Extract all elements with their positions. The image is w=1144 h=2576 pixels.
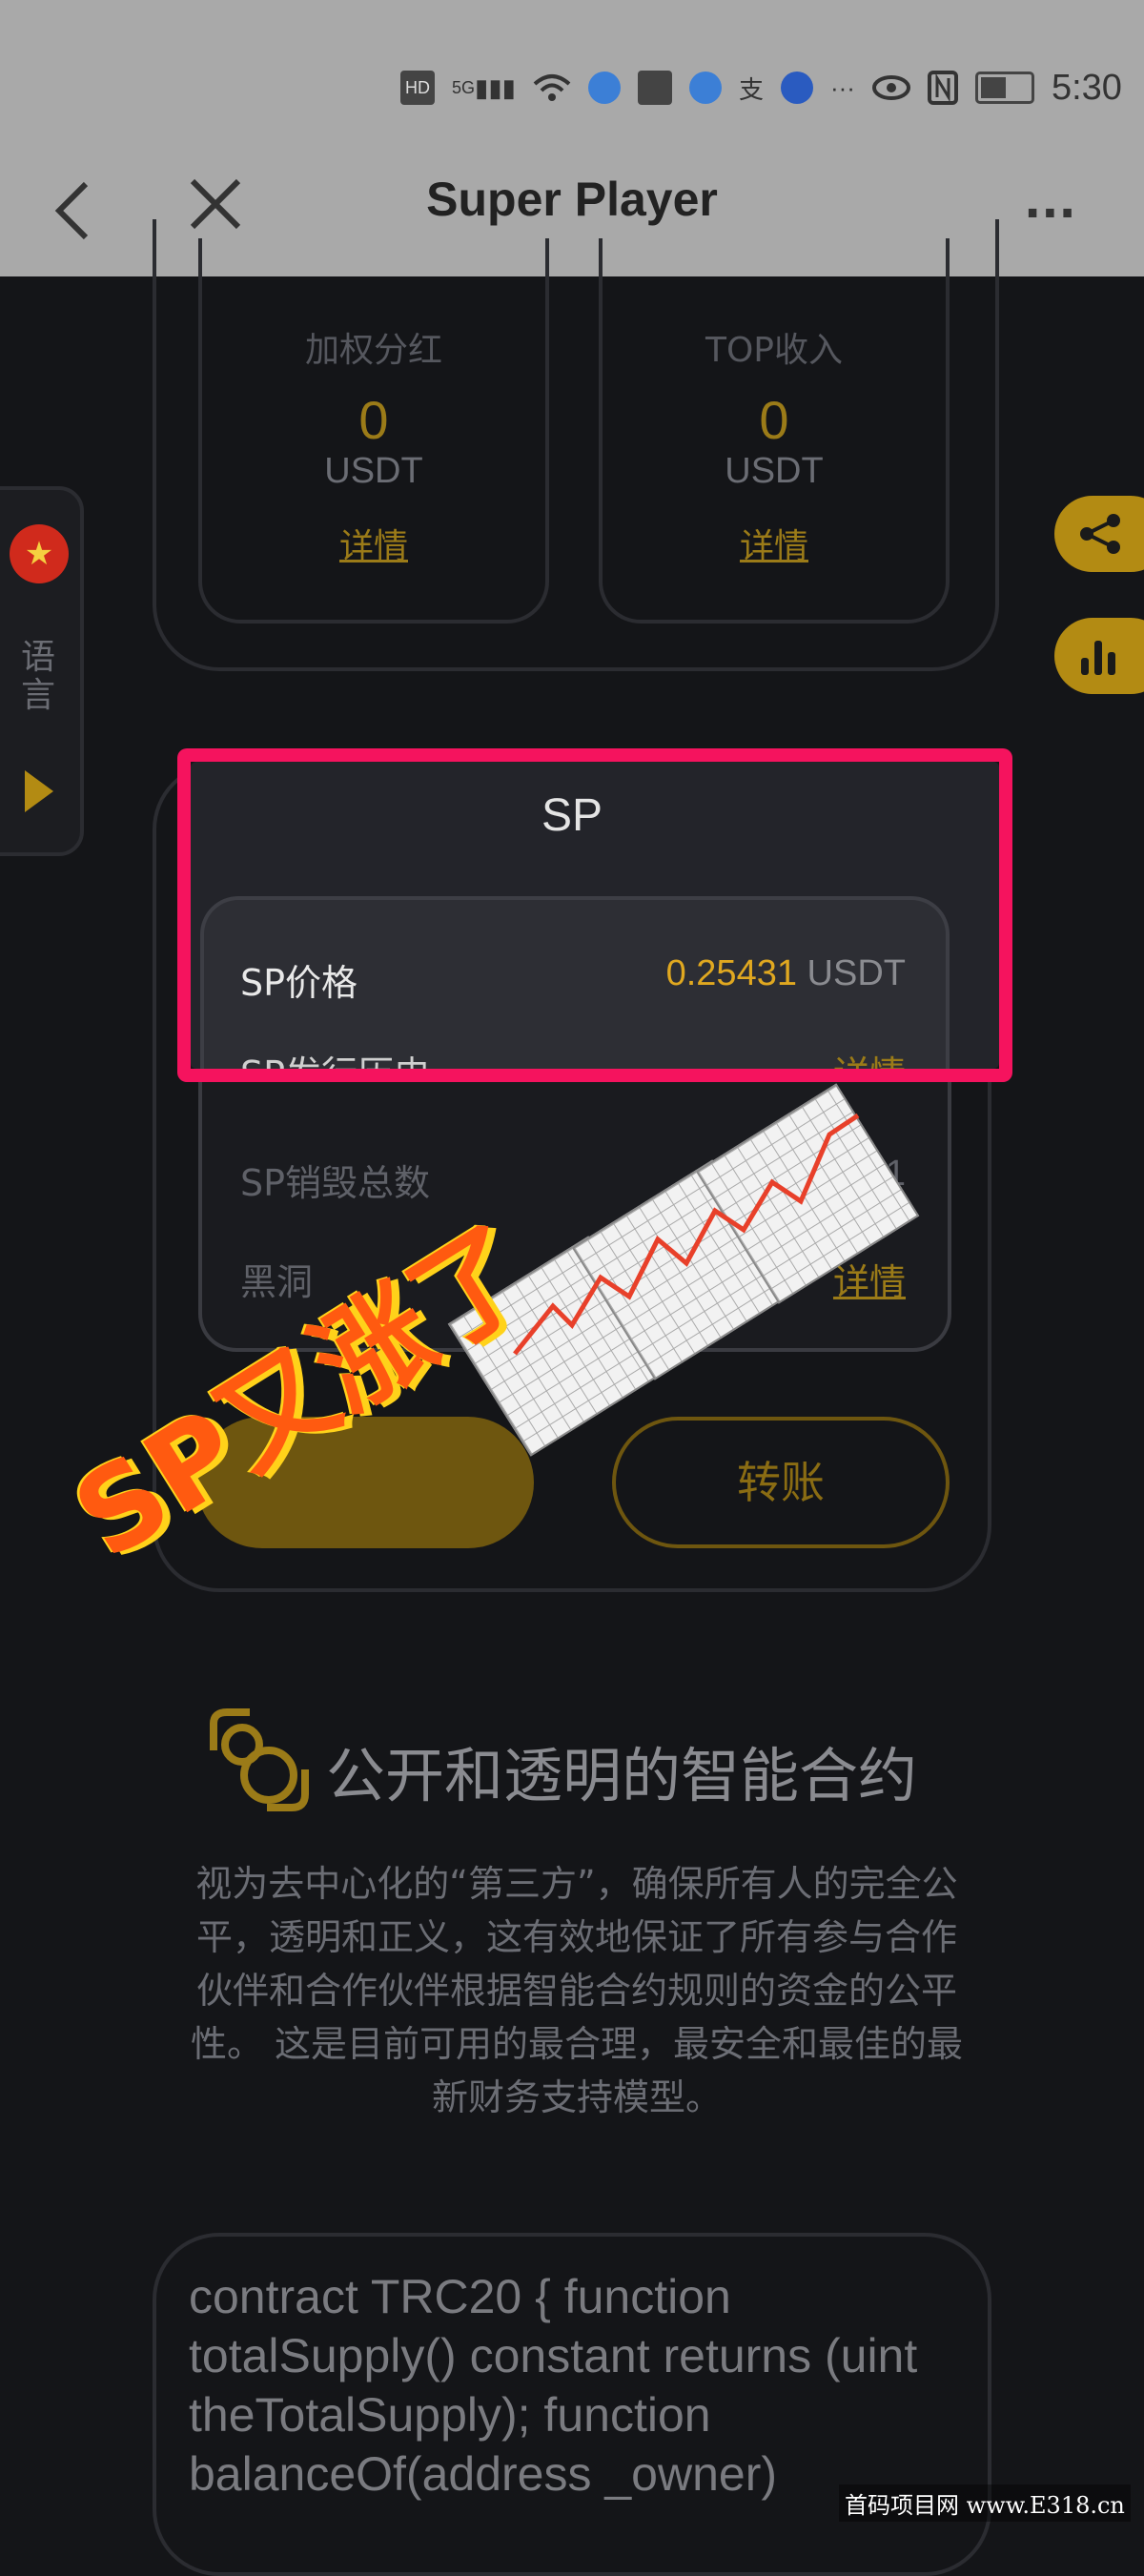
share-button[interactable] [1054, 496, 1144, 572]
bar-chart-icon [1081, 641, 1115, 675]
sp-burn-label: SP销毁总数 [240, 1162, 431, 1204]
nfc-icon [927, 71, 958, 105]
watermark: 首码项目网 www.E318.cn [839, 2484, 1131, 2522]
sina-icon [637, 71, 672, 105]
more-dots: ··· [829, 72, 855, 102]
app-icon [780, 72, 813, 104]
details-link[interactable]: 详情 [202, 519, 545, 568]
battery-icon [974, 72, 1034, 104]
language-label[interactable]: 语言 [21, 639, 59, 715]
china-flag-icon[interactable]: ★ [10, 524, 69, 583]
hd-icon: HD [400, 71, 435, 105]
contract-code: contract TRC20 { function totalSupply() … [189, 2270, 918, 2501]
stats-button[interactable] [1054, 618, 1144, 694]
contract-section-body: 视为去中心化的“第三方”，确保所有人的完全公平，透明和正义，这有效地保证了所有参… [190, 1863, 964, 2118]
contract-section-title: 公开和透明的智能合约 [326, 1741, 918, 1810]
app-icon [587, 72, 621, 104]
alipay-icon: 支 [738, 74, 764, 104]
app-icon [688, 72, 722, 104]
stat-card-top-income: TOP收入 0 USDT 详情 [599, 238, 950, 624]
more-menu-button[interactable]: ··· [1024, 187, 1076, 240]
stat-label: TOP收入 [705, 331, 844, 370]
details-link[interactable]: 详情 [603, 519, 946, 568]
contract-icon [210, 1708, 309, 1811]
highlight-box [177, 748, 1012, 1082]
wifi-icon [533, 72, 571, 103]
stat-label: 加权分红 [304, 331, 442, 370]
stat-value: 0 [358, 390, 389, 450]
eye-icon [871, 74, 910, 101]
stat-unit: USDT [324, 451, 423, 491]
share-icon [1080, 514, 1120, 554]
transfer-button[interactable]: 转账 [612, 1417, 950, 1548]
stat-unit: USDT [725, 451, 824, 491]
play-arrow-icon[interactable] [25, 770, 53, 812]
stat-value: 0 [759, 390, 789, 450]
status-time: 5:30 [1051, 67, 1122, 108]
stat-card-dividend: 加权分红 0 USDT 详情 [198, 238, 549, 624]
rising-line-icon [513, 1113, 860, 1356]
status-icons: HD 5G ▮▮▮ 支 ··· 5:30 [400, 61, 1122, 114]
signal-icon: 5G ▮▮▮ [452, 72, 516, 102]
